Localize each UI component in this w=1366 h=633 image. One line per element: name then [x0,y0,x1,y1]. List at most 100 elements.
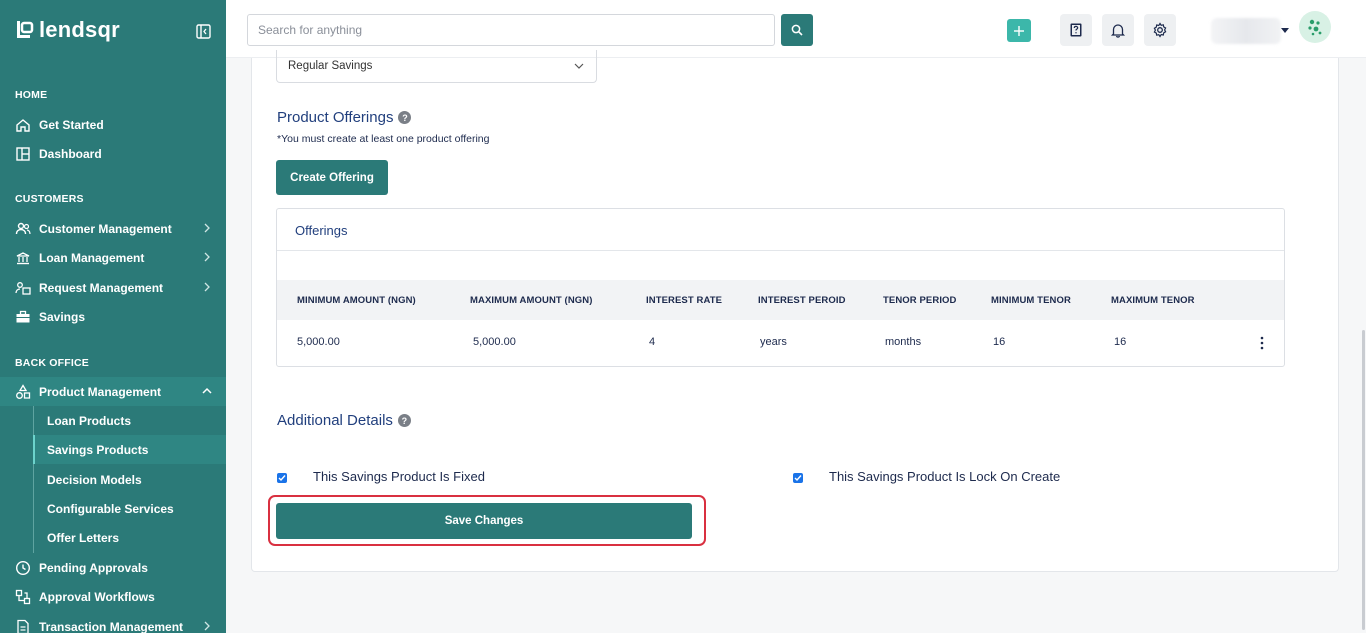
help-button[interactable] [1060,14,1092,46]
brand-logo[interactable]: lendsqr [0,0,226,60]
search-button[interactable] [781,14,813,46]
sidebar: lendsqr HOME Get Started Dashboard CUSTO… [0,0,226,633]
offerings-table-header: MINIMUM AMOUNT (NGN) MAXIMUM AMOUNT (NGN… [277,280,1284,320]
product-offerings-title: Product Offerings [277,109,394,126]
settings-button[interactable] [1144,14,1176,46]
user-menu-caret-icon[interactable] [1281,28,1289,33]
chevron-up-icon [202,387,212,394]
col-minimum-amount: MINIMUM AMOUNT (NGN) [297,295,416,306]
briefcase-icon [15,309,31,325]
offerings-panel: Offerings MINIMUM AMOUNT (NGN) MAXIMUM A… [276,208,1285,367]
additional-details-title: Additional Details [277,412,393,429]
search-icon [791,24,803,36]
brand-name: lendsqr [39,17,120,42]
cell-maximum-tenor: 16 [1114,336,1127,348]
savings-type-selected-value: Regular Savings [288,60,373,72]
checkmark-icon [794,475,802,482]
save-changes-button[interactable]: Save Changes [276,503,692,539]
question-icon[interactable]: ? [397,414,411,427]
offerings-panel-title: Offerings [295,223,348,238]
sidebar-item-label: Dashboard [39,146,102,161]
create-offering-button[interactable]: Create Offering [276,160,388,195]
col-maximum-amount: MAXIMUM AMOUNT (NGN) [470,295,593,306]
row-actions-kebab-icon[interactable] [1256,335,1268,351]
sidebar-item-label: Get Started [39,117,104,132]
col-tenor-period: TENOR PERIOD [883,295,957,306]
sidebar-item-savings[interactable]: Savings [0,302,226,331]
product-offerings-note: *You must create at least one product of… [277,133,490,145]
notifications-button[interactable] [1102,14,1134,46]
sidebar-item-label: Transaction Management [39,619,184,633]
sidebar-item-label: Product Management [39,384,162,399]
sidebar-item-dashboard[interactable]: Dashboard [0,139,226,168]
help-book-icon [1070,23,1082,37]
add-button[interactable] [1007,19,1031,42]
cell-interest-rate: 4 [649,336,656,348]
sidebar-subitem-loan-products[interactable]: Loan Products [33,406,226,435]
avatar[interactable] [1299,11,1331,43]
sidebar-item-label: Customer Management [39,221,172,236]
savings-product-form-card: Regular Savings Product Offerings ? *You… [251,50,1339,572]
clock-icon [15,560,31,576]
scrollbar-thumb[interactable] [1362,330,1365,630]
sidebar-item-label: Request Management [39,280,164,295]
sidebar-subitem-offer-letters[interactable]: Offer Letters [33,523,226,552]
additional-details-heading: Additional Details ? [277,412,411,429]
dashboard-icon [15,146,31,162]
section-home: HOME [15,89,48,101]
sidebar-item-customer-management[interactable]: Customer Management [0,214,226,243]
savings-type-select[interactable]: Regular Savings [276,50,597,83]
question-icon[interactable]: ? [398,111,412,124]
home-icon [15,117,31,133]
cell-minimum-amount: 5,000.00 [297,336,340,348]
sidebar-subitem-decision-models[interactable]: Decision Models [33,465,226,494]
col-interest-period: INTEREST PEROID [758,295,846,306]
cell-interest-period: years [760,336,787,348]
sidebar-item-approval-workflows[interactable]: Approval Workflows [0,582,226,611]
fixed-checkbox-label: This Savings Product Is Fixed [313,469,485,484]
sidebar-item-product-management[interactable]: Product Management [0,377,226,406]
workflow-icon [15,589,31,605]
cell-maximum-amount: 5,000.00 [473,336,516,348]
sidebar-item-loan-management[interactable]: Loan Management [0,243,226,272]
bank-icon [15,250,31,266]
sidebar-item-label: Pending Approvals [39,560,148,575]
chevron-right-icon [204,223,210,233]
checkmark-icon [278,475,286,482]
offerings-divider [277,250,1284,251]
product-offerings-heading: Product Offerings ? [277,109,412,126]
document-icon [15,619,31,633]
plus-icon [1014,25,1024,36]
sidebar-collapse-icon[interactable] [196,24,211,39]
col-minimum-tenor: MINIMUM TENOR [991,295,1071,306]
sidebar-item-transaction-management[interactable]: Transaction Management [0,612,226,633]
section-customers: CUSTOMERS [15,193,84,205]
chevron-right-icon [204,252,210,262]
bell-icon [1110,24,1126,38]
sidebar-item-get-started[interactable]: Get Started [0,110,226,139]
sidebar-subitem-configurable-services[interactable]: Configurable Services [33,494,226,523]
user-name-blurred[interactable] [1211,18,1281,44]
request-icon [15,280,31,296]
chevron-right-icon [204,282,210,292]
cell-tenor-period: months [885,336,922,348]
search-input[interactable] [247,14,775,46]
users-icon [15,221,31,237]
lendsqr-logo-icon [17,21,34,38]
lock-on-create-checkbox-label: This Savings Product Is Lock On Create [829,469,1061,484]
gear-icon [1153,22,1167,38]
shapes-icon [15,383,31,400]
sidebar-subitem-savings-products[interactable]: Savings Products [33,435,226,464]
chevron-down-icon [574,63,584,69]
sidebar-item-label: Approval Workflows [39,589,155,604]
fixed-checkbox[interactable] [277,473,287,483]
sidebar-item-request-management[interactable]: Request Management [0,273,226,302]
sidebar-item-label: Savings [39,309,86,324]
lock-on-create-checkbox[interactable] [793,473,803,483]
section-back-office: BACK OFFICE [15,357,89,369]
col-maximum-tenor: MAXIMUM TENOR [1111,295,1195,306]
sidebar-item-pending-approvals[interactable]: Pending Approvals [0,553,226,582]
sidebar-item-label: Loan Management [39,250,145,265]
cell-minimum-tenor: 16 [993,336,1006,348]
avatar-pattern-icon [1308,19,1322,36]
